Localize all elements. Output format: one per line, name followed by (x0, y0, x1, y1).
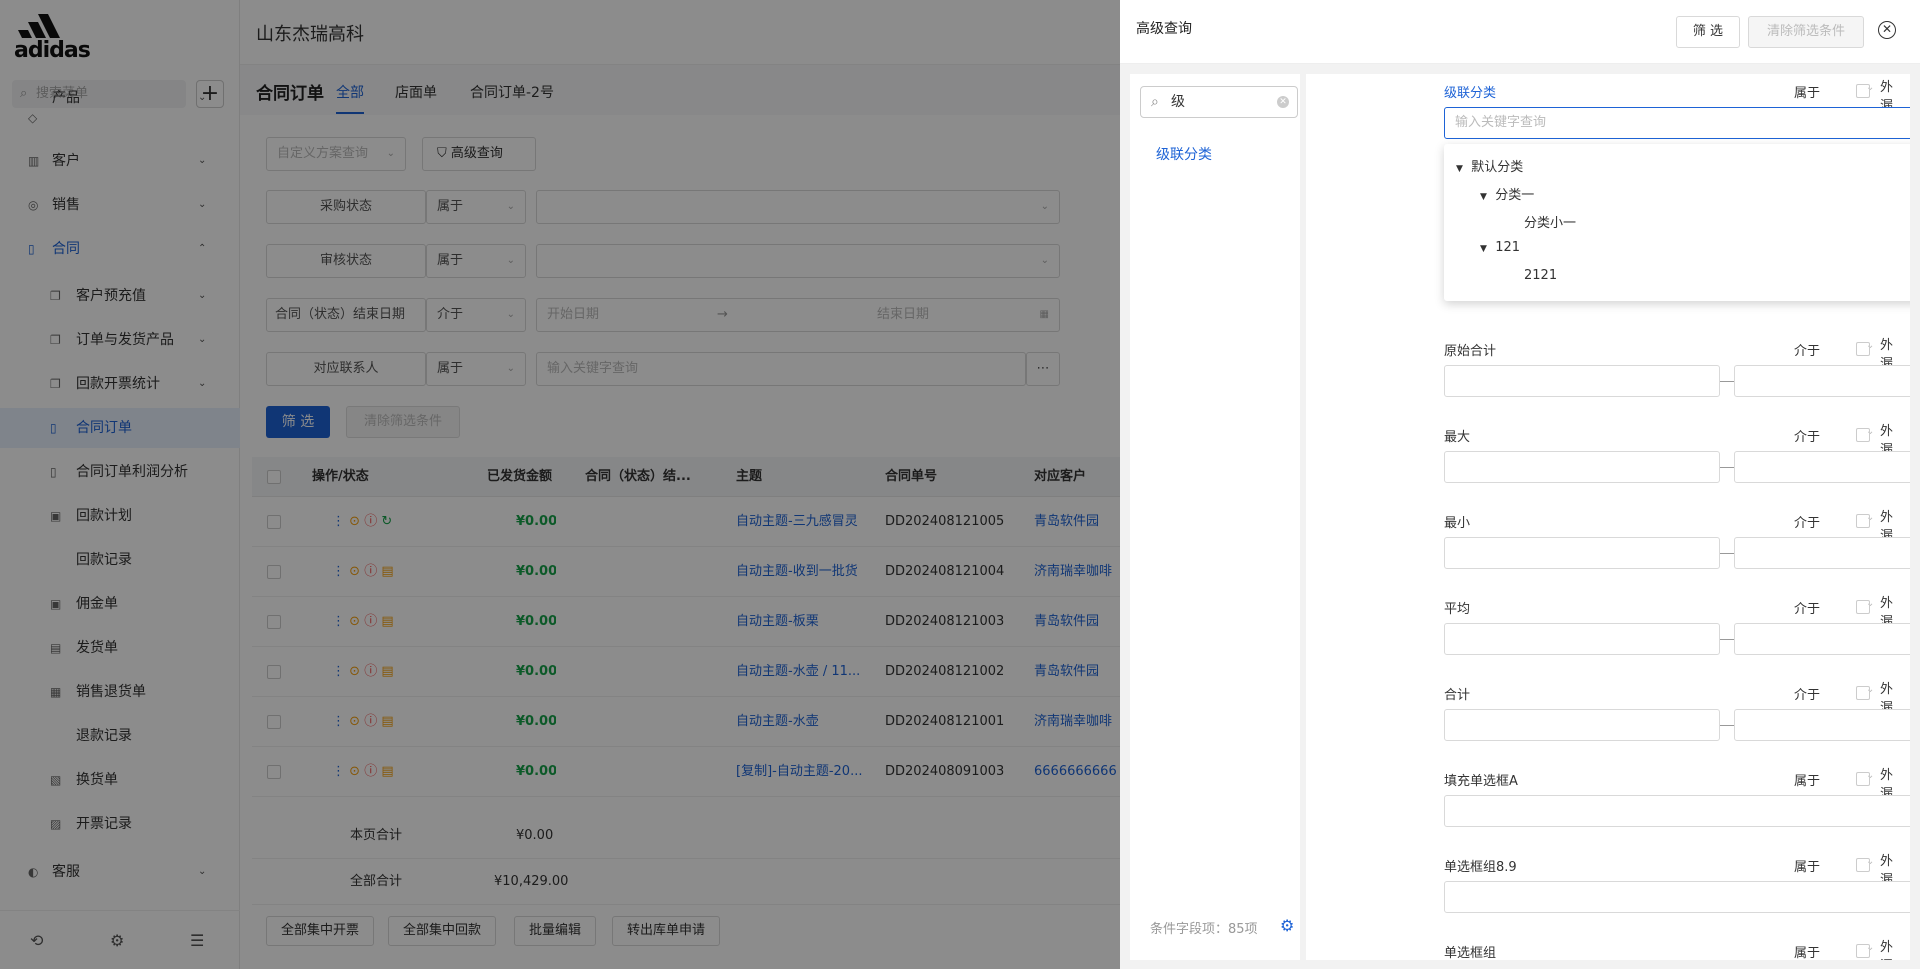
op-label: 介于 (1794, 430, 1821, 445)
range-dash (1720, 553, 1734, 554)
search-icon: ⌕ (1151, 94, 1159, 110)
range-max-input[interactable] (1734, 623, 1910, 655)
range-dash (1720, 381, 1734, 382)
checkbox-box (1856, 858, 1870, 872)
field-op-select[interactable]: 介于 ⌄ (1794, 426, 1874, 445)
field-op-select[interactable]: 属于 ⌄ (1794, 82, 1874, 101)
range-max-input[interactable] (1734, 709, 1910, 741)
op-label: 介于 (1794, 344, 1821, 359)
field-op-select[interactable]: 介于 ⌄ (1794, 512, 1874, 531)
tree-node-label: 121 (1495, 240, 1521, 255)
drawer-filter-button[interactable]: 筛 选 (1676, 16, 1740, 48)
field-op-select[interactable]: 属于 ⌄ (1794, 856, 1874, 875)
advanced-query-drawer: 高级查询 筛 选 清除筛选条件 ✕ ⌕ 级 ✕ 级联分类 条件字段项：85项 ⚙… (1120, 0, 1920, 969)
op-label: 属于 (1794, 86, 1821, 101)
caret-down-icon: ▼ (1456, 164, 1463, 174)
field-op-select[interactable]: 介于 ⌄ (1794, 598, 1874, 617)
expose-label: 外漏 (1880, 940, 1894, 960)
range-dash (1720, 467, 1734, 468)
range-dash (1720, 725, 1734, 726)
sliders-icon[interactable]: ⚙ (1280, 916, 1294, 935)
field-label: 原始合计 (1444, 344, 1497, 359)
range-min-input[interactable] (1444, 709, 1720, 741)
field-op-select[interactable]: 属于 ⌄ (1794, 770, 1874, 789)
field-label: 级联分类 (1444, 86, 1497, 101)
op-label: 属于 (1794, 860, 1821, 875)
cascade-search-placeholder: 输入关键字查询 (1455, 115, 1547, 130)
cascade-tree-dropdown: ▼ 默认分类 ▼ 分类一 分类小一 ▼ 121 2121 (1444, 144, 1910, 301)
op-label: 介于 (1794, 688, 1821, 703)
field-search-value: 级 (1171, 94, 1185, 110)
checkbox-box (1856, 944, 1870, 958)
op-label: 属于 (1794, 774, 1821, 789)
condition-panel: 级联分类 属于⌄ 外漏 输入关键字查询 ⌕ ▼ 默认分类 ▼ 分类一 分类小一 … (1306, 74, 1910, 960)
checkbox-box (1856, 686, 1870, 700)
field-label: 合计 (1444, 688, 1471, 703)
checkbox-box (1856, 600, 1870, 614)
field-label: 最大 (1444, 430, 1471, 445)
range-dash (1720, 639, 1734, 640)
modal-overlay[interactable] (0, 0, 1120, 969)
caret-down-icon: ▼ (1480, 192, 1487, 202)
tree-node-default[interactable]: ▼ 默认分类 (1456, 156, 1523, 175)
clear-icon[interactable]: ✕ (1277, 96, 1289, 108)
op-label: 介于 (1794, 602, 1821, 617)
close-icon[interactable]: ✕ (1878, 21, 1896, 39)
drawer-header: 高级查询 筛 选 清除筛选条件 ✕ (1120, 0, 1920, 64)
field-search-input[interactable]: ⌕ 级 ✕ (1140, 86, 1298, 118)
cascade-search-input[interactable]: 输入关键字查询 ⌕ (1444, 107, 1910, 139)
range-min-input[interactable] (1444, 537, 1720, 569)
field-label: 单选框组 (1444, 946, 1497, 960)
field-op-select[interactable]: 介于 ⌄ (1794, 340, 1874, 359)
drawer-clear-button[interactable]: 清除筛选条件 (1748, 16, 1864, 48)
single-select-input[interactable]: ⌄ (1444, 881, 1910, 913)
range-max-input[interactable] (1734, 451, 1910, 483)
op-label: 属于 (1794, 946, 1821, 960)
range-max-input[interactable] (1734, 537, 1910, 569)
field-list-item[interactable]: 级联分类 (1156, 144, 1212, 164)
range-min-input[interactable] (1444, 451, 1720, 483)
checkbox-box (1856, 514, 1870, 528)
caret-down-icon: ▼ (1480, 244, 1487, 254)
range-min-input[interactable] (1444, 623, 1720, 655)
tree-node-category-1[interactable]: ▼ 分类一 (1480, 184, 1534, 203)
field-op-select[interactable]: 介于 ⌄ (1794, 684, 1874, 703)
tree-node-sub-category[interactable]: 分类小一 (1524, 212, 1576, 231)
single-select-input[interactable]: ⌄ (1444, 795, 1910, 827)
field-count: 条件字段项：85项 (1150, 922, 1258, 937)
field-label: 最小 (1444, 516, 1471, 531)
tree-node-2121[interactable]: 2121 (1524, 268, 1557, 283)
range-max-input[interactable] (1734, 365, 1910, 397)
drawer-title: 高级查询 (1136, 21, 1192, 37)
checkbox-box (1856, 428, 1870, 442)
tree-node-121[interactable]: ▼ 121 (1480, 240, 1520, 255)
op-label: 介于 (1794, 516, 1821, 531)
checkbox-box (1856, 84, 1870, 98)
field-label: 单选框组8.9 (1444, 860, 1517, 875)
range-min-input[interactable] (1444, 365, 1720, 397)
tree-node-label: 分类一 (1495, 188, 1535, 203)
field-op-select[interactable]: 属于 ⌄ (1794, 942, 1874, 960)
tree-node-label: 默认分类 (1471, 160, 1524, 175)
field-label: 填充单选框A (1444, 774, 1518, 789)
checkbox-box (1856, 342, 1870, 356)
field-list-panel: ⌕ 级 ✕ 级联分类 条件字段项：85项 ⚙ (1130, 74, 1300, 960)
field-label: 平均 (1444, 602, 1471, 617)
checkbox-box (1856, 772, 1870, 786)
